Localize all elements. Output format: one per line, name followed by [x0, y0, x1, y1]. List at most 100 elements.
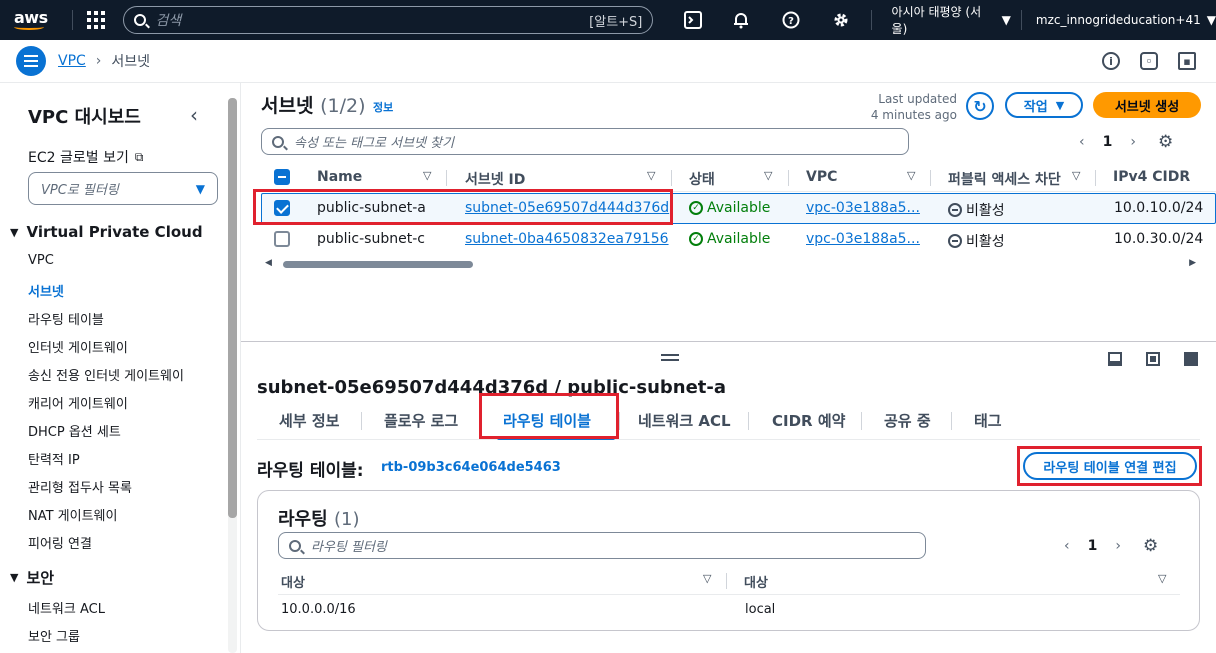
routes-pagination: ‹ 1 › ⚙ — [1064, 536, 1158, 556]
title-text: 서브넷 — [261, 95, 314, 117]
nav-divider — [71, 10, 73, 30]
subnet-id-link[interactable]: subnet-0ba4650832ea79156 — [465, 231, 669, 247]
sidebar-item-egress-gateways[interactable]: 송신 전용 인터넷 게이트웨이 — [28, 365, 184, 384]
horizontal-scrollbar[interactable]: ◀ ▶ — [263, 258, 1198, 270]
select-all-checkbox[interactable] — [274, 169, 290, 185]
global-search-input[interactable]: 검색 [알트+S] — [122, 6, 654, 34]
routes-table-header: 대상 ▽ 대상 ▽ — [278, 567, 1180, 595]
routes-filter-input[interactable]: 라우팅 필터링 — [278, 532, 926, 559]
panel-side-icon[interactable] — [1146, 352, 1160, 366]
tab-sharing[interactable]: 공유 중 — [884, 410, 931, 431]
public-access-text: 비활성 — [966, 203, 1005, 219]
sidebar-item-peering[interactable]: 피어링 연결 — [28, 533, 92, 552]
tab-details[interactable]: 세부 정보 — [279, 410, 339, 431]
vpc-id-link[interactable]: vpc-03e188a5... — [806, 200, 920, 216]
column-destination[interactable]: 대상 — [281, 572, 305, 591]
row-checkbox[interactable] — [274, 231, 290, 247]
info-icon[interactable]: i — [1102, 52, 1120, 70]
scroll-thumb[interactable] — [283, 261, 473, 268]
top-navigation: aws 검색 [알트+S] ? 아시아 태평양 (서울) ▼ mzc_innog… — [0, 0, 1216, 40]
help-icon[interactable]: ? — [781, 10, 801, 30]
vpc-filter-select[interactable]: VPC로 필터링 ▼ — [28, 172, 218, 205]
sort-icon[interactable]: ▽ — [1072, 169, 1080, 182]
chevron-right-icon[interactable]: › — [1130, 134, 1136, 150]
actions-dropdown-button[interactable]: 작업 ▼ — [1005, 92, 1083, 118]
screen-share-icon[interactable]: ▪ — [1178, 52, 1196, 70]
sidebar-item-prefix-lists[interactable]: 관리형 접두사 목록 — [28, 477, 132, 496]
sidebar-item-elastic-ips[interactable]: 탄력적 IP — [28, 449, 80, 468]
settings-gear-icon[interactable]: ⚙ — [1143, 536, 1158, 556]
tab-network-acl[interactable]: 네트워크 ACL — [638, 410, 731, 431]
sort-icon[interactable]: ▽ — [423, 169, 431, 182]
sort-icon[interactable]: ▽ — [703, 572, 711, 585]
detail-tabs: 세부 정보 플로우 로그 라우팅 테이블 네트워크 ACL CIDR 예약 공유… — [257, 402, 1200, 440]
column-target[interactable]: 대상 — [744, 572, 768, 591]
page-number[interactable]: 1 — [1103, 134, 1113, 150]
region-selector[interactable]: 아시아 태평양 (서울) ▼ — [892, 3, 1011, 37]
route-table-label: 라우팅 테이블: — [257, 461, 364, 481]
chevron-left-icon[interactable]: ‹ — [190, 103, 198, 127]
column-subnet-id[interactable]: 서브넷 ID — [465, 169, 525, 189]
scroll-right-icon[interactable]: ▶ — [1189, 258, 1196, 268]
panel-maximize-icon[interactable] — [1184, 352, 1198, 366]
column-vpc[interactable]: VPC — [806, 169, 837, 185]
status-available: ✓ Available — [689, 231, 770, 247]
account-menu[interactable]: mzc_innogrideducation+41 ▼ — [1036, 13, 1216, 27]
sort-icon[interactable]: ▽ — [764, 169, 772, 182]
section-security[interactable]: ▼ 보안 — [10, 567, 54, 588]
side-menu-button[interactable] — [16, 46, 46, 76]
sort-icon[interactable]: ▽ — [647, 169, 655, 182]
minus-circle-icon — [948, 234, 962, 248]
aws-logo[interactable]: aws — [14, 10, 62, 30]
feedback-icon[interactable]: ◦ — [1140, 52, 1158, 70]
breadcrumb-current: 서브넷 — [111, 54, 151, 70]
create-subnet-button[interactable]: 서브넷 생성 — [1093, 92, 1201, 118]
sidebar-item-route-tables[interactable]: 라우팅 테이블 — [28, 309, 104, 328]
sidebar-item-vpc[interactable]: VPC — [28, 253, 54, 268]
status-text: Available — [707, 231, 771, 247]
breadcrumb-vpc-link[interactable]: VPC — [58, 53, 86, 69]
column-ipv4-cidr[interactable]: IPv4 CIDR — [1113, 169, 1190, 185]
refresh-button[interactable]: ↻ — [966, 92, 994, 120]
routes-filter-placeholder: 라우팅 필터링 — [311, 540, 387, 555]
page-number[interactable]: 1 — [1088, 538, 1098, 554]
tab-flow-logs[interactable]: 플로우 로그 — [384, 410, 458, 431]
scroll-left-icon[interactable]: ◀ — [265, 258, 272, 268]
sidebar-item-subnets[interactable]: 서브넷 — [28, 281, 64, 300]
sidebar-item-security-groups[interactable]: 보안 그룹 — [28, 626, 80, 645]
sidebar-item-nat-gateways[interactable]: NAT 게이트웨이 — [28, 505, 117, 524]
route-table-id-link[interactable]: rtb-09b3c64e064de5463 — [381, 460, 561, 475]
panel-bottom-icon[interactable] — [1108, 352, 1122, 366]
ec2-global-view-link[interactable]: EC2 글로벌 보기 ⧉ — [28, 147, 143, 167]
tab-tags[interactable]: 태그 — [974, 410, 1002, 431]
chevron-left-icon[interactable]: ‹ — [1064, 538, 1070, 554]
notifications-bell-icon[interactable] — [731, 10, 751, 30]
info-link[interactable]: 정보 — [373, 99, 393, 115]
sidebar-scrollbar[interactable] — [228, 98, 237, 653]
sort-icon[interactable]: ▽ — [1158, 572, 1166, 585]
chevron-left-icon[interactable]: ‹ — [1079, 134, 1085, 150]
vpc-id-link[interactable]: vpc-03e188a5... — [806, 231, 920, 247]
services-grid-icon[interactable] — [86, 11, 105, 29]
settings-gear-icon[interactable]: ⚙ — [1158, 132, 1173, 152]
sidebar-title: VPC 대시보드 — [28, 107, 141, 128]
column-name[interactable]: Name — [317, 169, 362, 185]
subnet-search-input[interactable]: 속성 또는 태그로 서브넷 찾기 — [261, 128, 909, 155]
sort-icon[interactable]: ▽ — [907, 169, 915, 182]
sidebar-item-internet-gateways[interactable]: 인터넷 게이트웨이 — [28, 337, 128, 356]
section-virtual-private-cloud[interactable]: ▼ Virtual Private Cloud — [10, 223, 203, 241]
search-shortcut: [알트+S] — [589, 14, 643, 30]
cloudshell-icon[interactable] — [683, 10, 703, 30]
column-status[interactable]: 상태 — [689, 169, 715, 189]
panel-resize-handle[interactable] — [661, 354, 679, 361]
sidebar-item-network-acl[interactable]: 네트워크 ACL — [28, 598, 105, 617]
tab-cidr-reservations[interactable]: CIDR 예약 — [772, 410, 845, 431]
settings-gear-icon[interactable] — [831, 10, 851, 30]
column-public-access-block[interactable]: 퍼블릭 액세스 차단 — [948, 169, 1061, 189]
last-updated-time: 4 minutes ago — [870, 108, 957, 122]
sidebar-item-carrier-gateways[interactable]: 캐리어 게이트웨이 — [28, 393, 128, 412]
chevron-right-icon[interactable]: › — [1115, 538, 1121, 554]
routes-count: (1) — [333, 509, 360, 530]
sidebar-item-dhcp-options[interactable]: DHCP 옵션 세트 — [28, 421, 121, 440]
table-row[interactable]: public-subnet-c subnet-0ba4650832ea79156… — [261, 224, 1216, 255]
